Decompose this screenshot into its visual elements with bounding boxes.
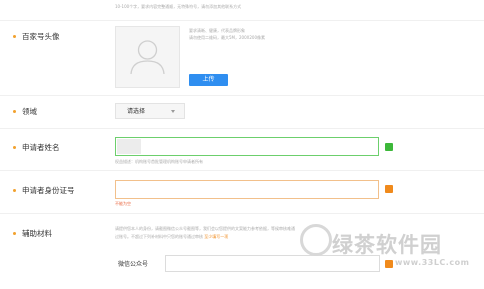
domain-label: 领域 (22, 107, 37, 116)
watermark-text: 绿茶软件园 (332, 233, 442, 257)
aux-hint-line-2: 过账号。不超过下列补材料中只您的账号通过审核 至少填写一项 (115, 234, 228, 239)
description-hint: 10-100个字，要求内容完整通顺，无特殊符号，请勿添加其他联系方式 (115, 4, 242, 9)
upload-button[interactable]: 上传 (189, 74, 228, 86)
divider (0, 213, 484, 214)
avatar-placeholder[interactable] (115, 26, 180, 88)
applicant-name-input[interactable] (115, 137, 379, 156)
required-dot (13, 146, 16, 149)
divider (0, 20, 484, 21)
divider (0, 95, 484, 96)
required-dot (13, 110, 16, 113)
aux-hint-link[interactable]: 至少填写一项 (204, 234, 228, 239)
warning-icon (385, 260, 393, 274)
avatar-hint-2: 请勿使用二维码，最大5M，200X200像素 (189, 35, 266, 40)
required-dot (13, 35, 16, 38)
avatar-label: 百家号头像 (22, 32, 60, 41)
aux-hint-line-1: 请提供您本人的身份，请截图微信公众号截图等，我们会以您提供的文案能力参考依据，等… (115, 226, 295, 231)
domain-select-value: 请选择 (127, 108, 146, 115)
applicant-id-input[interactable] (115, 180, 379, 199)
aux-material-label: 辅助材料 (22, 229, 52, 238)
domain-select[interactable]: 请选择 (115, 103, 185, 119)
applicant-id-error: 不能为空 (115, 201, 131, 206)
caret-down-icon (171, 110, 175, 113)
wechat-label: 微信公众号 (118, 261, 149, 268)
watermark-url: www.33LC.com (395, 258, 470, 267)
redacted-name (117, 139, 141, 154)
divider (0, 170, 484, 171)
aux-hint-line-2-text: 过账号。不超过下列补材料中只您的账号通过审核 (115, 234, 203, 239)
applicant-name-label: 申请者姓名 (22, 143, 60, 152)
check-icon (385, 143, 393, 157)
applicant-id-label: 申请者身份证号 (22, 186, 75, 195)
user-silhouette-icon (130, 40, 165, 75)
leaf-logo-icon (300, 224, 332, 256)
required-dot (13, 189, 16, 192)
applicant-name-hint: 权益描述：机构账号首批管理机构账号申请者所有 (115, 159, 203, 164)
divider (0, 128, 484, 129)
warning-icon (385, 185, 393, 199)
avatar-hint-1: 要求清晰、健康，代表品牌形象 (189, 28, 245, 33)
required-dot (13, 232, 16, 235)
